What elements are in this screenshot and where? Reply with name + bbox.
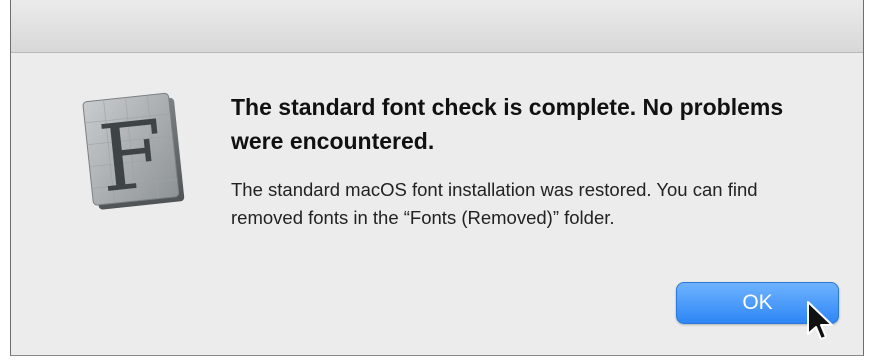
alert-dialog: F The standard font check is complete. N… bbox=[10, 0, 864, 356]
alert-message: The standard macOS font installation was… bbox=[231, 179, 758, 228]
dialog-titlebar[interactable] bbox=[11, 0, 863, 53]
font-book-icon: F bbox=[73, 88, 193, 213]
alert-heading: The standard font check is complete. No … bbox=[231, 94, 784, 154]
mouse-pointer-icon bbox=[806, 300, 836, 350]
font-book-letter: F bbox=[94, 100, 169, 213]
